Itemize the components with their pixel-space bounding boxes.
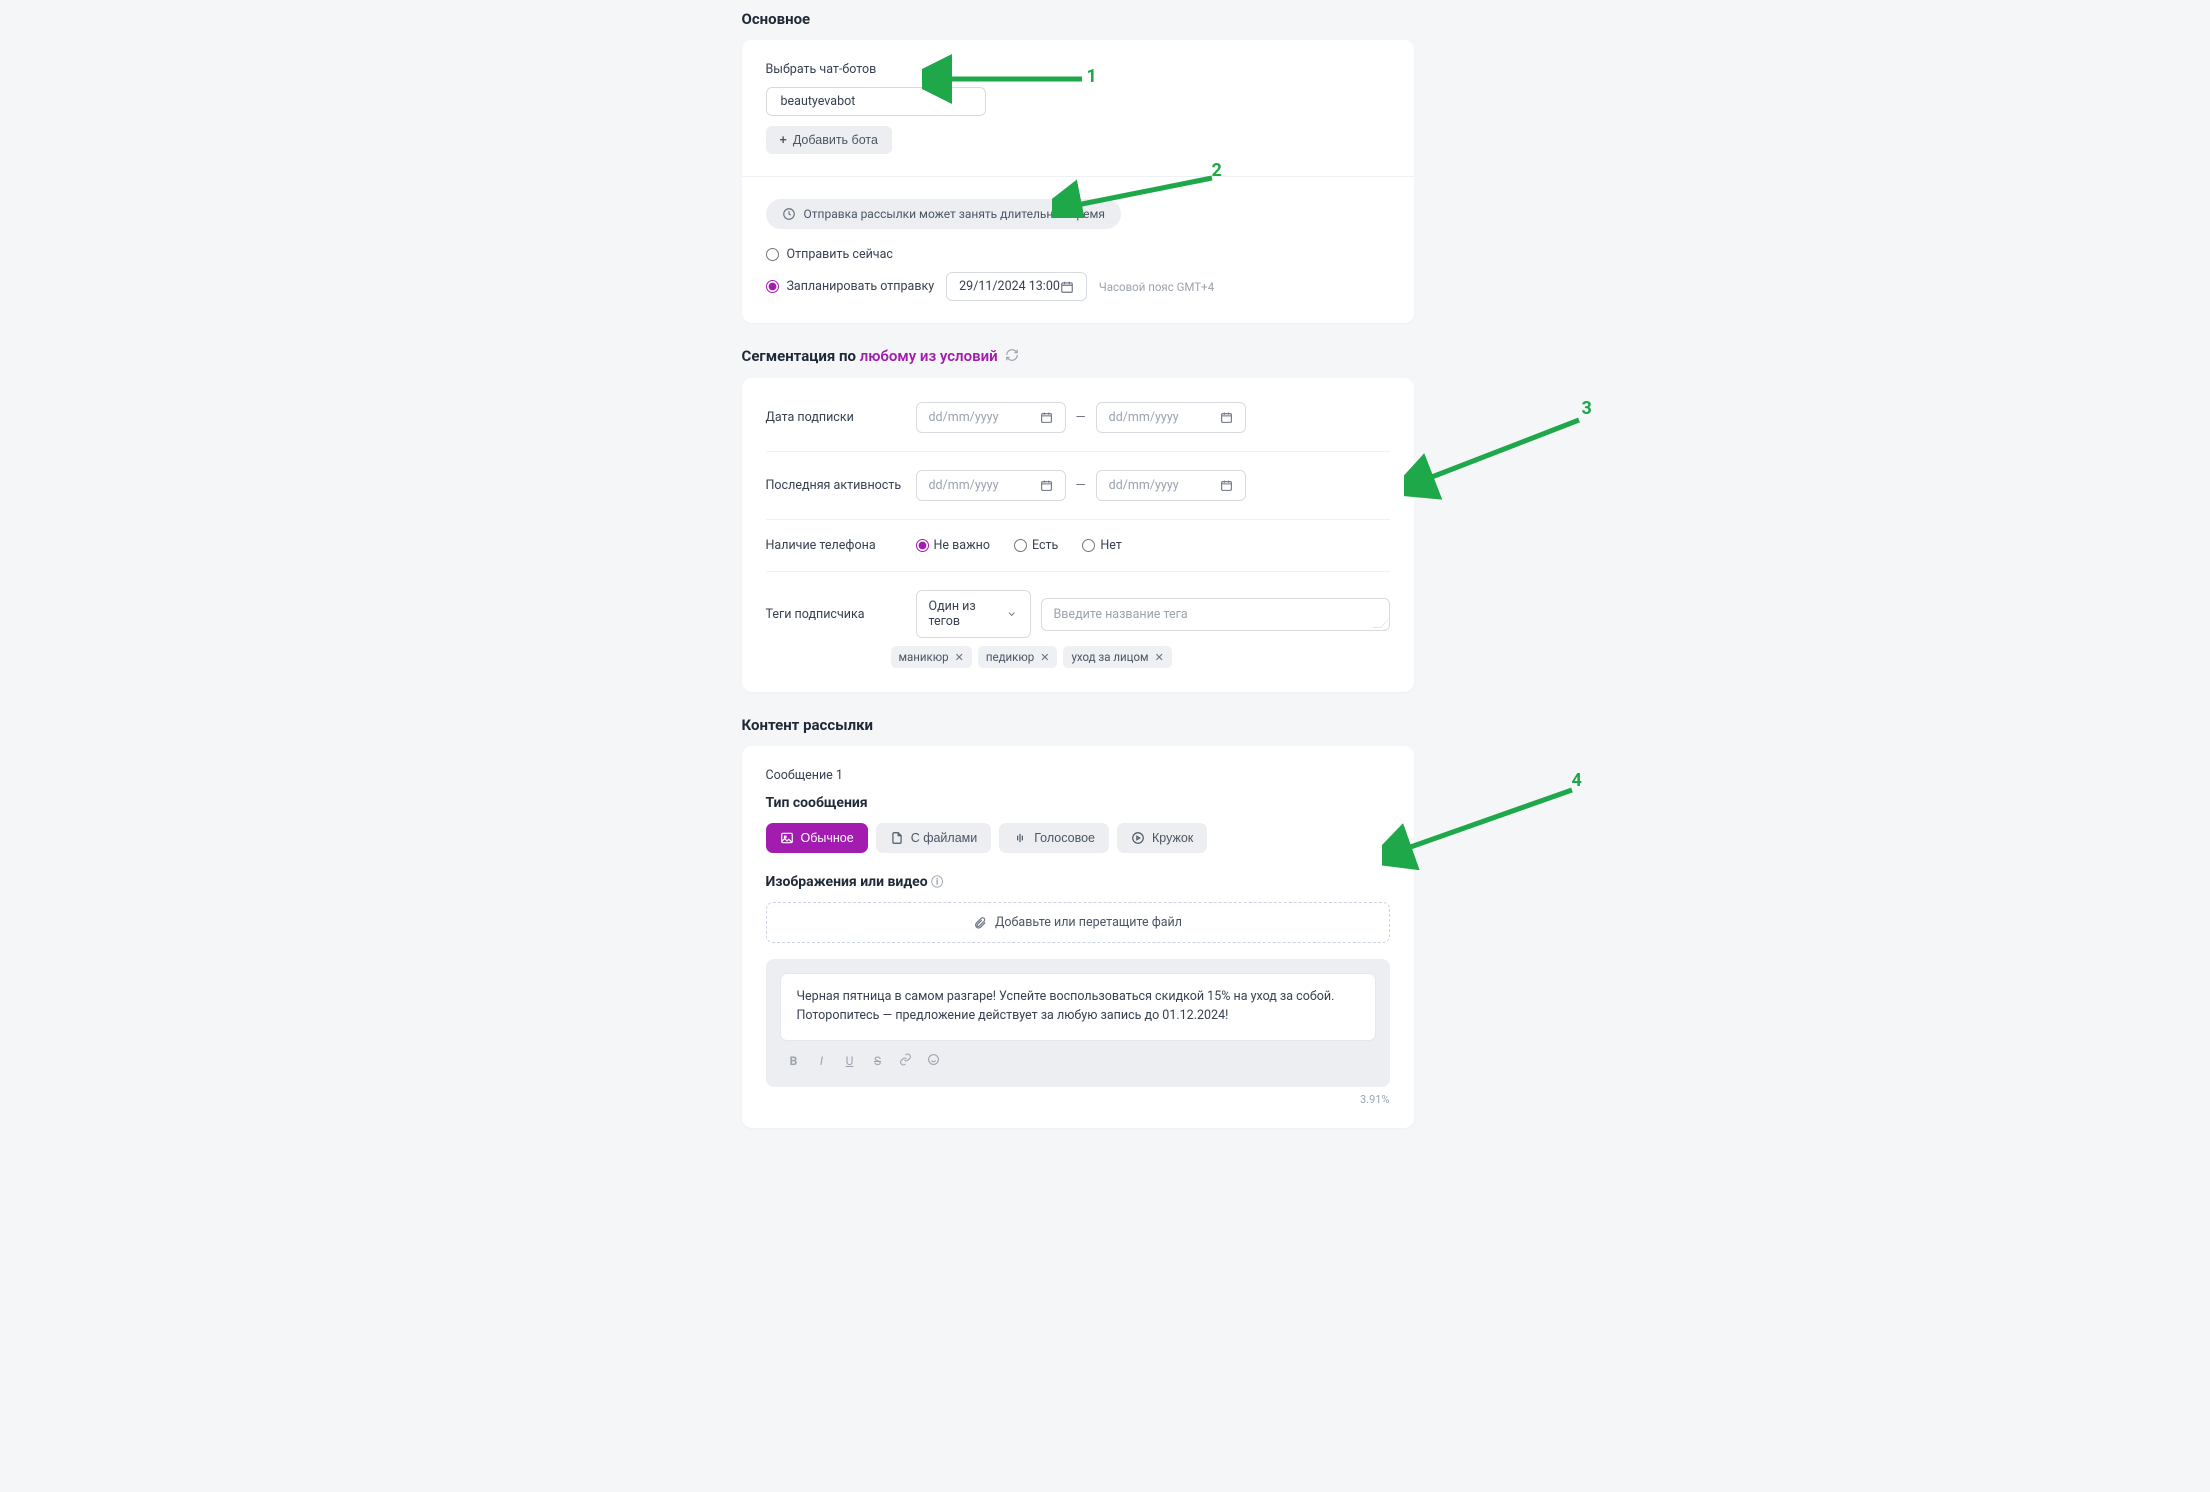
- annotation-number-4: 4: [1572, 770, 1582, 791]
- dash: —: [1076, 478, 1086, 493]
- waveform-icon: [1013, 831, 1027, 845]
- schedule-label: Запланировать отправку: [787, 279, 935, 294]
- segmentation-card: Дата подписки dd/mm/yyyy — dd/mm/yyyy По…: [742, 378, 1414, 692]
- editor-toolbar: B I U S: [780, 1049, 1376, 1073]
- emoji-button[interactable]: [926, 1053, 942, 1069]
- seg-row-tags: Теги подписчика Один из тегов Введите на…: [766, 572, 1390, 686]
- section-main-title: Основное: [742, 10, 1414, 28]
- type-circle-button[interactable]: Кружок: [1117, 823, 1207, 853]
- add-bot-button[interactable]: + Добавить бота: [766, 126, 892, 154]
- message-body[interactable]: Черная пятница в самом разгаре! Успейте …: [780, 973, 1376, 1041]
- timezone-note: Часовой пояс GMT+4: [1099, 280, 1214, 294]
- annotation-number-3: 3: [1582, 398, 1592, 419]
- bots-label: Выбрать чат-ботов: [766, 62, 1390, 77]
- divider: [742, 176, 1414, 177]
- phone-no-option[interactable]: Нет: [1082, 538, 1122, 553]
- message-number: Сообщение 1: [766, 768, 1390, 783]
- subdate-from-input[interactable]: dd/mm/yyyy: [916, 402, 1066, 433]
- seg-row-phone: Наличие телефона Не важно Есть Нет: [766, 520, 1390, 572]
- send-now-option[interactable]: Отправить сейчас: [766, 247, 1390, 262]
- seg-row-subdate: Дата подписки dd/mm/yyyy — dd/mm/yyyy: [766, 384, 1390, 452]
- tag-chip[interactable]: уход за лицом✕: [1063, 646, 1171, 668]
- dash: —: [1076, 410, 1086, 425]
- activity-to-input[interactable]: dd/mm/yyyy: [1096, 470, 1246, 501]
- seg-tags-label: Теги подписчика: [766, 607, 916, 622]
- seg-activity-label: Последняя активность: [766, 478, 916, 493]
- condition-link[interactable]: любому из условий: [860, 347, 998, 365]
- seg-row-activity: Последняя активность dd/mm/yyyy — dd/mm/…: [766, 452, 1390, 520]
- media-dropzone[interactable]: Добавьте или перетащите файл: [766, 902, 1390, 943]
- info-icon[interactable]: ⓘ: [931, 875, 943, 889]
- underline-button[interactable]: U: [842, 1054, 858, 1068]
- type-files-button[interactable]: С файлами: [876, 823, 992, 853]
- activity-from-input[interactable]: dd/mm/yyyy: [916, 470, 1066, 501]
- send-now-label: Отправить сейчас: [787, 247, 893, 262]
- strike-button[interactable]: S: [870, 1054, 886, 1068]
- info-text: Отправка рассылки может занять длительно…: [804, 207, 1105, 221]
- phone-yes-option[interactable]: Есть: [1014, 538, 1058, 553]
- bold-button[interactable]: B: [786, 1054, 802, 1068]
- plus-icon: +: [780, 133, 787, 147]
- bot-chip[interactable]: beautyevabot: [766, 87, 986, 116]
- phone-any-option[interactable]: Не важно: [916, 538, 991, 553]
- seg-phone-label: Наличие телефона: [766, 538, 916, 553]
- annotation-arrow-3: [1404, 410, 1604, 500]
- link-button[interactable]: [898, 1053, 914, 1069]
- section-content-title: Контент рассылки: [742, 716, 1414, 734]
- tag-mode-select[interactable]: Один из тегов: [916, 590, 1031, 638]
- subdate-to-input[interactable]: dd/mm/yyyy: [1096, 402, 1246, 433]
- schedule-option[interactable]: Запланировать отправку: [766, 279, 935, 294]
- play-circle-icon: [1131, 831, 1145, 845]
- image-icon: [780, 831, 794, 845]
- chevron-down-icon: [1006, 608, 1017, 620]
- schedule-datetime-value: 29/11/2024 13:00: [959, 279, 1060, 294]
- media-header: Изображения или видео ⓘ: [766, 873, 1390, 890]
- type-normal-button[interactable]: Обычное: [766, 823, 868, 853]
- paperclip-icon: [973, 916, 987, 930]
- calendar-icon: [1220, 479, 1233, 492]
- clock-icon: [782, 207, 796, 221]
- editor: Черная пятница в самом разгаре! Успейте …: [766, 959, 1390, 1087]
- char-percent: 3.91%: [766, 1093, 1390, 1106]
- phone-any-radio[interactable]: [916, 539, 929, 552]
- close-icon[interactable]: ✕: [1040, 651, 1049, 664]
- send-now-radio[interactable]: [766, 248, 779, 261]
- phone-yes-radio[interactable]: [1014, 539, 1027, 552]
- main-card: Выбрать чат-ботов beautyevabot + Добавит…: [742, 40, 1414, 323]
- seg-subdate-label: Дата подписки: [766, 410, 916, 425]
- message-type-header: Тип сообщения: [766, 795, 1390, 811]
- tag-chip[interactable]: маникюр✕: [891, 646, 972, 668]
- calendar-icon: [1040, 479, 1053, 492]
- tag-chip[interactable]: педикюр✕: [978, 646, 1058, 668]
- phone-no-radio[interactable]: [1082, 539, 1095, 552]
- refresh-icon[interactable]: [1005, 348, 1019, 366]
- content-card: Сообщение 1 Тип сообщения Обычное С файл…: [742, 746, 1414, 1128]
- close-icon[interactable]: ✕: [1155, 651, 1164, 664]
- calendar-icon: [1040, 411, 1053, 424]
- type-voice-button[interactable]: Голосовое: [999, 823, 1109, 853]
- file-icon: [890, 831, 904, 845]
- schedule-datetime-input[interactable]: 29/11/2024 13:00: [946, 272, 1087, 301]
- tags-list: маникюр✕ педикюр✕ уход за лицом✕: [766, 646, 1390, 668]
- schedule-radio[interactable]: [766, 280, 779, 293]
- italic-button[interactable]: I: [814, 1054, 830, 1068]
- section-segmentation-title: Сегментация по любому из условий: [742, 347, 1414, 366]
- calendar-icon: [1060, 280, 1074, 294]
- type-row: Обычное С файлами Голосовое Кружок: [766, 823, 1390, 853]
- close-icon[interactable]: ✕: [955, 651, 964, 664]
- tag-input[interactable]: Введите название тега: [1041, 598, 1390, 631]
- info-pill: Отправка рассылки может занять длительно…: [766, 199, 1121, 229]
- calendar-icon: [1220, 411, 1233, 424]
- add-bot-label: Добавить бота: [793, 133, 878, 147]
